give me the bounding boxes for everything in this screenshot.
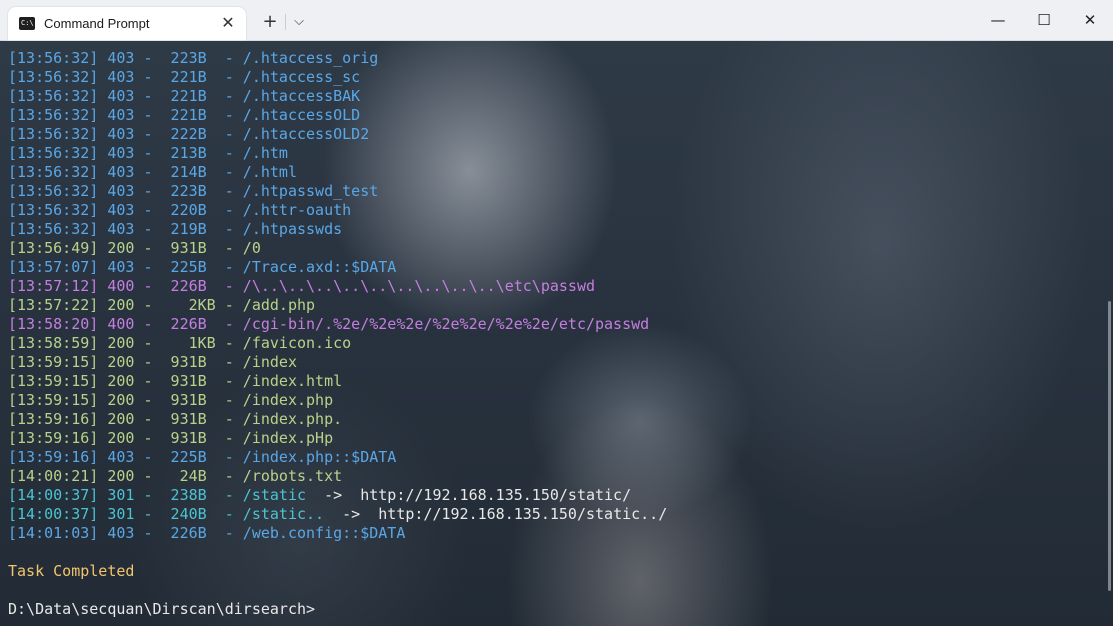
- log-line: [13:56:32] 403 - 222B - /.htaccessOLD2: [8, 125, 1103, 144]
- log-entry-text: [13:56:32] 403 - 223B - /.htpasswd_test: [8, 182, 379, 200]
- minimize-button[interactable]: —: [975, 0, 1021, 40]
- log-entry-text: [14:00:37] 301 - 238B - /static: [8, 486, 307, 504]
- log-entry-text: [13:56:32] 403 - 221B - /.htaccess_sc: [8, 68, 361, 86]
- log-line: [13:59:16] 200 - 931B - /index.php.: [8, 410, 1103, 429]
- log-line: [13:56:49] 200 - 931B - /0: [8, 239, 1103, 258]
- log-line: [14:00:21] 200 - 24B - /robots.txt: [8, 467, 1103, 486]
- log-line: [13:59:16] 403 - 225B - /index.php::$DAT…: [8, 448, 1103, 467]
- log-line: [13:56:32] 403 - 221B - /.htaccess_sc: [8, 68, 1103, 87]
- log-line: [13:57:07] 403 - 225B - /Trace.axd::$DAT…: [8, 258, 1103, 277]
- log-line: [13:56:32] 403 - 221B - /.htaccessBAK: [8, 87, 1103, 106]
- terminal-window: C:\ Command Prompt ✕ + ⌵ — ☐ ✕ [13:56:32…: [0, 0, 1113, 626]
- log-line: [13:56:32] 403 - 221B - /.htaccessOLD: [8, 106, 1103, 125]
- log-entry-text: [13:57:07] 403 - 225B - /Trace.axd::$DAT…: [8, 258, 397, 276]
- log-entry-text: [13:58:59] 200 - 1KB - /favicon.ico: [8, 334, 352, 352]
- redirect-target: -> http://192.168.135.150/static../: [324, 505, 668, 523]
- log-line: [13:59:16] 200 - 931B - /index.pHp: [8, 429, 1103, 448]
- log-entry-text: [13:59:15] 200 - 931B - /index: [8, 353, 297, 371]
- log-line: [13:56:32] 403 - 213B - /.htm: [8, 144, 1103, 163]
- log-line: [13:58:20] 400 - 226B - /cgi-bin/.%2e/%2…: [8, 315, 1103, 334]
- log-line: [13:57:22] 200 - 2KB - /add.php: [8, 296, 1103, 315]
- log-line: [13:57:12] 400 - 226B - /\..\..\..\..\..…: [8, 277, 1103, 296]
- log-entry-text: [13:59:16] 200 - 931B - /index.pHp: [8, 429, 334, 447]
- terminal-content[interactable]: [13:56:32] 403 - 223B - /.htaccess_orig[…: [0, 41, 1113, 626]
- title-bar: C:\ Command Prompt ✕ + ⌵ — ☐ ✕: [0, 0, 1113, 41]
- log-line: [13:56:32] 403 - 219B - /.htpasswds: [8, 220, 1103, 239]
- log-entry-text: [13:59:15] 200 - 931B - /index.html: [8, 372, 343, 390]
- log-line: [13:56:32] 403 - 223B - /.htaccess_orig: [8, 49, 1103, 68]
- log-entry-text: [14:01:03] 403 - 226B - /web.config::$DA…: [8, 524, 406, 542]
- log-line: [14:00:37] 301 - 240B - /static.. -> htt…: [8, 505, 1103, 524]
- command-prompt-line[interactable]: D:\Data\secquan\Dirscan\dirsearch>: [8, 600, 1103, 619]
- log-line: [13:56:32] 403 - 220B - /.httr-oauth: [8, 201, 1103, 220]
- log-entry-text: [13:59:16] 403 - 225B - /index.php::$DAT…: [8, 448, 397, 466]
- log-entry-text: [13:56:32] 403 - 223B - /.htaccess_orig: [8, 49, 379, 67]
- log-entry-text: [14:00:21] 200 - 24B - /robots.txt: [8, 467, 343, 485]
- log-entry-text: [13:56:32] 403 - 214B - /.html: [8, 163, 297, 181]
- log-line: [13:59:15] 200 - 931B - /index: [8, 353, 1103, 372]
- maximize-button[interactable]: ☐: [1021, 0, 1067, 40]
- tab-command-prompt[interactable]: C:\ Command Prompt ✕: [8, 7, 246, 40]
- log-line: [13:59:15] 200 - 931B - /index.php: [8, 391, 1103, 410]
- log-entry-text: [13:56:32] 403 - 221B - /.htaccessOLD: [8, 106, 361, 124]
- log-line: [13:56:32] 403 - 223B - /.htpasswd_test: [8, 182, 1103, 201]
- log-entry-text: [13:59:16] 200 - 931B - /index.php.: [8, 410, 343, 428]
- tab-title: Command Prompt: [44, 16, 150, 31]
- log-entry-text: [13:56:32] 403 - 222B - /.htaccessOLD2: [8, 125, 370, 143]
- log-entry-text: [13:56:32] 403 - 219B - /.htpasswds: [8, 220, 343, 238]
- redirect-target: -> http://192.168.135.150/static/: [306, 486, 632, 504]
- log-entry-text: [13:56:32] 403 - 221B - /.htaccessBAK: [8, 87, 361, 105]
- log-entry-text: [13:57:22] 200 - 2KB - /add.php: [8, 296, 316, 314]
- new-tab-button[interactable]: +: [258, 10, 282, 34]
- log-entry-text: [13:57:12] 400 - 226B - /\..\..\..\..\..…: [8, 277, 595, 295]
- log-entry-text: [14:00:37] 301 - 240B - /static..: [8, 505, 325, 523]
- close-button[interactable]: ✕: [1067, 0, 1113, 40]
- log-entry-text: [13:56:32] 403 - 213B - /.htm: [8, 144, 288, 162]
- log-lines: [13:56:32] 403 - 223B - /.htaccess_orig[…: [8, 49, 1103, 543]
- divider: [285, 14, 286, 30]
- dropdown-chevron-icon[interactable]: ⌵: [287, 10, 311, 34]
- log-line: [14:00:37] 301 - 238B - /static -> http:…: [8, 486, 1103, 505]
- log-line: [13:56:32] 403 - 214B - /.html: [8, 163, 1103, 182]
- log-line: [13:59:15] 200 - 931B - /index.html: [8, 372, 1103, 391]
- log-entry-text: [13:56:32] 403 - 220B - /.httr-oauth: [8, 201, 352, 219]
- terminal-output: [13:56:32] 403 - 223B - /.htaccess_orig[…: [8, 49, 1103, 619]
- log-line: [14:01:03] 403 - 226B - /web.config::$DA…: [8, 524, 1103, 543]
- status-line: Task Completed: [8, 562, 135, 580]
- terminal-icon: C:\: [19, 17, 35, 30]
- tab-close-icon[interactable]: ✕: [218, 13, 238, 33]
- log-entry-text: [13:59:15] 200 - 931B - /index.php: [8, 391, 334, 409]
- log-entry-text: [13:58:20] 400 - 226B - /cgi-bin/.%2e/%2…: [8, 315, 650, 333]
- scrollbar[interactable]: [1108, 301, 1111, 591]
- log-entry-text: [13:56:49] 200 - 931B - /0: [8, 239, 261, 257]
- log-line: [13:58:59] 200 - 1KB - /favicon.ico: [8, 334, 1103, 353]
